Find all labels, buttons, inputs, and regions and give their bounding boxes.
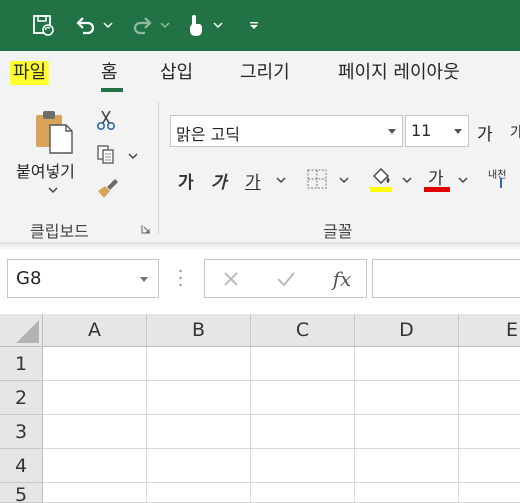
grow-font-button[interactable]: 가 <box>477 120 493 145</box>
insert-function-icon[interactable]: fx <box>329 266 355 292</box>
touch-dropdown-icon[interactable] <box>211 10 225 40</box>
ribbon-shadow <box>0 242 520 250</box>
font-color-swatch <box>424 187 450 192</box>
copy-dropdown-icon[interactable] <box>126 150 140 162</box>
cell-e4[interactable] <box>459 449 520 483</box>
phonetic-button[interactable]: 내천 <box>488 166 506 181</box>
cell-b3[interactable] <box>147 415 251 449</box>
font-size-dropdown-icon[interactable] <box>454 129 462 134</box>
cell-c4[interactable] <box>251 449 355 483</box>
clipboard-group-label: 클립보드 <box>30 222 89 241</box>
cell-c3[interactable] <box>251 415 355 449</box>
clipboard-launcher-icon[interactable] <box>140 223 152 235</box>
cell-d5[interactable] <box>355 483 459 503</box>
fill-color-dropdown-icon[interactable] <box>401 175 413 185</box>
font-name-combo[interactable]: 맑은 고딕 <box>170 115 403 147</box>
undo-dropdown-icon[interactable] <box>101 10 115 40</box>
tab-insert[interactable]: 삽입 <box>160 61 193 85</box>
name-box-value: G8 <box>16 268 42 289</box>
underline-dropdown-icon[interactable] <box>275 175 287 185</box>
cell-d2[interactable] <box>355 381 459 415</box>
touch-mode-icon[interactable] <box>180 10 210 40</box>
paste-label[interactable]: 붙여넣기 <box>16 158 75 182</box>
undo-icon[interactable] <box>70 10 100 40</box>
column-header-e[interactable]: E <box>459 314 520 347</box>
font-group-label: 글꼴 <box>323 222 353 241</box>
copy-icon[interactable] <box>94 142 118 166</box>
border-icon[interactable] <box>305 167 329 191</box>
cell-e2[interactable] <box>459 381 520 415</box>
row-header-5[interactable]: 5 <box>0 483 43 503</box>
cell-a3[interactable] <box>43 415 147 449</box>
column-header-c[interactable]: C <box>251 314 355 347</box>
font-size-combo[interactable]: 11 <box>405 115 469 147</box>
tab-file[interactable]: 파일 <box>10 61 50 85</box>
paste-dropdown-icon[interactable] <box>46 184 60 196</box>
cut-icon[interactable] <box>94 108 118 132</box>
underline-button[interactable]: 가 <box>245 168 261 193</box>
tab-active-indicator <box>101 88 123 92</box>
cell-e3[interactable] <box>459 415 520 449</box>
cell-b4[interactable] <box>147 449 251 483</box>
cell-b5[interactable] <box>147 483 251 503</box>
cell-c2[interactable] <box>251 381 355 415</box>
cell-d4[interactable] <box>355 449 459 483</box>
title-bar <box>0 0 520 51</box>
italic-button[interactable]: 가 <box>211 168 227 193</box>
cell-a4[interactable] <box>43 449 147 483</box>
tab-page-layout[interactable]: 페이지 레이아웃 <box>338 61 460 85</box>
row-header-2[interactable]: 2 <box>0 381 43 415</box>
fill-color-icon[interactable] <box>368 164 394 194</box>
row-header-3[interactable]: 3 <box>0 415 43 449</box>
column-header-a[interactable]: A <box>43 314 147 347</box>
row-header-4[interactable]: 4 <box>0 449 43 483</box>
redo-icon[interactable] <box>128 10 158 40</box>
cell-e1[interactable] <box>459 347 520 381</box>
font-name-dropdown-icon[interactable] <box>388 129 396 134</box>
save-autosave-icon[interactable] <box>28 10 58 40</box>
select-all-corner[interactable] <box>0 314 43 347</box>
cell-c1[interactable] <box>251 347 355 381</box>
cell-c5[interactable] <box>251 483 355 503</box>
cell-b2[interactable] <box>147 381 251 415</box>
cell-e5[interactable] <box>459 483 520 503</box>
formula-bar-grip-icon[interactable] <box>179 267 182 289</box>
font-color-button[interactable]: 가 <box>428 164 444 189</box>
format-painter-icon[interactable] <box>94 176 120 200</box>
cell-d3[interactable] <box>355 415 459 449</box>
name-box[interactable]: G8 <box>7 259 159 298</box>
cell-b1[interactable] <box>147 347 251 381</box>
cell-a2[interactable] <box>43 381 147 415</box>
cell-d1[interactable] <box>355 347 459 381</box>
group-separator <box>158 102 159 234</box>
phonetic-icon <box>500 178 502 188</box>
name-box-dropdown-icon[interactable] <box>140 277 148 282</box>
shrink-font-button[interactable]: 가 <box>510 122 520 142</box>
cell-a5[interactable] <box>43 483 147 503</box>
bold-button[interactable]: 가 <box>178 168 194 193</box>
enter-icon[interactable] <box>275 268 297 290</box>
cancel-icon[interactable] <box>220 268 242 290</box>
tab-home[interactable]: 홈 <box>101 61 118 85</box>
formula-buttons: fx <box>204 259 367 298</box>
font-color-dropdown-icon[interactable] <box>457 175 469 185</box>
font-size-value: 11 <box>411 121 432 140</box>
redo-dropdown-icon[interactable] <box>158 10 172 40</box>
tab-draw[interactable]: 그리기 <box>240 61 290 85</box>
border-dropdown-icon[interactable] <box>338 175 350 185</box>
cell-a1[interactable] <box>43 347 147 381</box>
column-header-d[interactable]: D <box>355 314 459 347</box>
paste-icon[interactable] <box>30 108 78 156</box>
customize-qat-icon[interactable] <box>245 10 263 40</box>
font-name-value: 맑은 고딕 <box>176 125 240 144</box>
column-header-b[interactable]: B <box>147 314 251 347</box>
formula-input[interactable] <box>372 259 520 298</box>
row-header-1[interactable]: 1 <box>0 347 43 381</box>
